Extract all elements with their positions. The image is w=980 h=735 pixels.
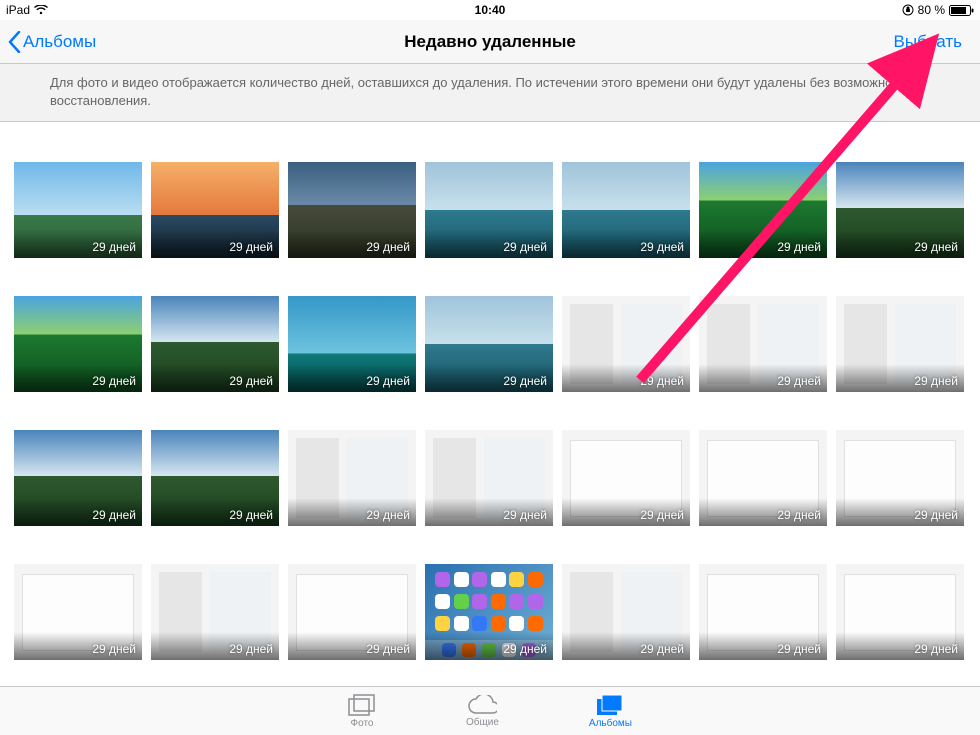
tab-bar: Фото Общие Альбомы — [0, 686, 980, 735]
days-remaining: 29 дней — [229, 240, 273, 254]
back-label: Альбомы — [23, 32, 96, 52]
info-strip: Для фото и видео отображается количество… — [0, 64, 980, 122]
photo-thumb[interactable]: 29 дней — [699, 162, 827, 258]
photos-icon — [348, 694, 376, 716]
days-remaining: 29 дней — [503, 240, 547, 254]
tab-albums[interactable]: Альбомы — [589, 694, 632, 729]
days-remaining: 29 дней — [92, 642, 136, 656]
days-remaining: 29 дней — [366, 508, 410, 522]
photo-thumb[interactable]: 29 дней — [562, 564, 690, 660]
tab-label: Общие — [466, 717, 499, 728]
days-remaining: 29 дней — [503, 508, 547, 522]
chevron-left-icon — [8, 31, 21, 53]
days-remaining: 29 дней — [914, 642, 958, 656]
photo-thumb[interactable]: 29 дней — [699, 564, 827, 660]
photo-thumb[interactable]: 29 дней — [14, 296, 142, 392]
photo-thumb[interactable]: 29 дней — [288, 430, 416, 526]
days-remaining: 29 дней — [92, 374, 136, 388]
photo-thumb[interactable]: 29 дней — [836, 162, 964, 258]
photo-thumb[interactable]: 29 дней — [836, 296, 964, 392]
days-remaining: 29 дней — [366, 642, 410, 656]
photo-thumb[interactable]: 29 дней — [836, 430, 964, 526]
days-remaining: 29 дней — [92, 508, 136, 522]
days-remaining: 29 дней — [914, 374, 958, 388]
days-remaining: 29 дней — [777, 374, 821, 388]
photo-thumb[interactable]: 29 дней — [288, 564, 416, 660]
days-remaining: 29 дней — [777, 240, 821, 254]
back-button[interactable]: Альбомы — [8, 31, 96, 53]
photo-thumb[interactable]: 29 дней — [151, 296, 279, 392]
days-remaining: 29 дней — [229, 374, 273, 388]
status-bar: iPad 10:40 80 % — [0, 0, 980, 20]
days-remaining: 29 дней — [914, 240, 958, 254]
photo-thumb[interactable]: 29 дней — [14, 162, 142, 258]
photo-thumb[interactable]: 29 дней — [699, 430, 827, 526]
days-remaining: 29 дней — [92, 240, 136, 254]
photo-thumb[interactable]: 29 дней — [699, 296, 827, 392]
select-button[interactable]: Выбрать — [894, 32, 972, 52]
days-remaining: 29 дней — [640, 508, 684, 522]
photo-thumb[interactable]: 29 дней — [288, 296, 416, 392]
photo-thumb[interactable]: 29 дней — [14, 564, 142, 660]
days-remaining: 29 дней — [640, 240, 684, 254]
nav-bar: Альбомы Недавно удаленные Выбрать — [0, 20, 980, 64]
tab-label: Фото — [351, 718, 374, 729]
photo-thumb[interactable]: 29 дней — [151, 564, 279, 660]
battery-icon — [949, 5, 974, 16]
wifi-icon — [34, 5, 48, 15]
days-remaining: 29 дней — [503, 642, 547, 656]
info-text: Для фото и видео отображается количество… — [50, 75, 912, 108]
photo-thumb[interactable]: 29 дней — [14, 430, 142, 526]
photo-thumb[interactable]: 29 дней — [836, 564, 964, 660]
photo-thumb[interactable]: 29 дней — [562, 162, 690, 258]
clock: 10:40 — [475, 3, 506, 17]
days-remaining: 29 дней — [229, 508, 273, 522]
tab-photos[interactable]: Фото — [348, 694, 376, 729]
cloud-icon — [467, 695, 497, 715]
photo-thumb[interactable]: 29 дней — [562, 430, 690, 526]
photo-thumb[interactable]: 29 дней — [425, 162, 553, 258]
photo-thumb[interactable]: 29 дней — [562, 296, 690, 392]
days-remaining: 29 дней — [366, 240, 410, 254]
photo-thumb[interactable]: 29 дней — [425, 296, 553, 392]
days-remaining: 29 дней — [640, 374, 684, 388]
photo-thumb[interactable]: 29 дней — [425, 430, 553, 526]
photo-grid: 29 дней 29 дней 29 дней 29 дней 29 дней 29 дн… — [14, 162, 966, 660]
days-remaining: 29 дней — [366, 374, 410, 388]
days-remaining: 29 дней — [777, 642, 821, 656]
orientation-lock-icon — [902, 4, 914, 16]
photo-thumb[interactable]: 29 дней — [151, 162, 279, 258]
device-label: iPad — [6, 3, 30, 17]
page-title: Недавно удаленные — [404, 32, 576, 52]
tab-label: Альбомы — [589, 718, 632, 729]
days-remaining: 29 дней — [640, 642, 684, 656]
photo-thumb[interactable]: 29 дней — [288, 162, 416, 258]
days-remaining: 29 дней — [229, 642, 273, 656]
albums-icon — [596, 694, 624, 716]
days-remaining: 29 дней — [777, 508, 821, 522]
photo-thumb[interactable]: 29 дней — [425, 564, 553, 660]
tab-shared[interactable]: Общие — [466, 695, 499, 728]
days-remaining: 29 дней — [914, 508, 958, 522]
battery-percent: 80 % — [918, 3, 945, 17]
photo-thumb[interactable]: 29 дней — [151, 430, 279, 526]
days-remaining: 29 дней — [503, 374, 547, 388]
photo-grid-container: 29 дней 29 дней 29 дней 29 дней 29 дней 29 дн… — [0, 122, 980, 705]
